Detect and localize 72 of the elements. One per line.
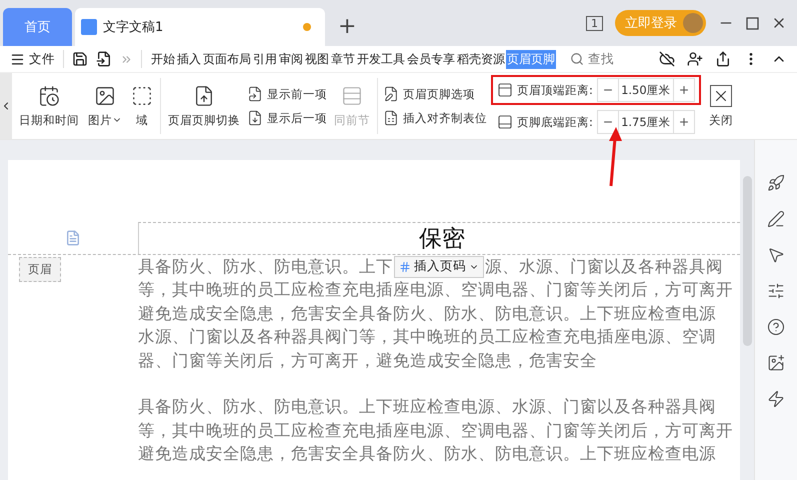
- annotation-arrow: [609, 127, 622, 186]
- hash-icon: [399, 260, 411, 273]
- ribbon-button[interactable]: 页眉页脚选项: [383, 86, 487, 102]
- document-icon: [383, 86, 399, 102]
- plus-icon: [678, 84, 690, 96]
- document-tab[interactable]: 文字文稿1: [75, 8, 325, 46]
- ribbon-tab[interactable]: 引用: [252, 50, 278, 68]
- search-icon: [570, 52, 584, 66]
- share-icon[interactable]: [715, 51, 731, 67]
- menu-icon: [10, 52, 25, 66]
- header-label: 页眉: [19, 257, 61, 282]
- page-arrow-icon: [247, 110, 263, 126]
- ribbon-tab[interactable]: 视图: [304, 50, 330, 68]
- rocket-icon[interactable]: [767, 174, 785, 192]
- ribbon-button[interactable]: 插入对齐制表位: [383, 110, 487, 126]
- image-icon[interactable]: [767, 354, 785, 372]
- field-icon: [131, 84, 153, 106]
- document-logo-icon: [81, 19, 97, 35]
- cursor-icon[interactable]: [767, 246, 785, 264]
- body-text: 具备防火、防水、防电意识。上下: [138, 256, 393, 278]
- ribbon-button[interactable]: 页眉页脚切换: [166, 84, 242, 128]
- ribbon-tab[interactable]: 审阅: [278, 50, 304, 68]
- calendar-icon: [38, 84, 60, 106]
- settings-icon[interactable]: [767, 282, 785, 300]
- page-counter[interactable]: 1: [586, 16, 603, 30]
- ribbon-button[interactable]: 日期和时间: [17, 84, 81, 128]
- close-header-button[interactable]: 关闭: [708, 84, 733, 128]
- switch-icon: [193, 84, 215, 106]
- body-text: 等，其中晚班的员工应检查充电插座电源、空调电器、门窗等关闭后，方可离开: [138, 420, 733, 442]
- spinner-label: 页脚底端距离:: [517, 114, 593, 130]
- plus-icon: [678, 116, 690, 128]
- spinner-label: 页眉顶端距离:: [517, 82, 593, 98]
- rows-icon: [341, 84, 363, 106]
- page-margin-icon: [497, 114, 513, 130]
- ribbon-tab[interactable]: 会员专享: [406, 50, 456, 68]
- ribbon-button[interactable]: 显示后一项: [247, 110, 327, 126]
- ribbon-tab[interactable]: 页面布局: [202, 50, 252, 68]
- page-arrow-icon: [247, 86, 263, 102]
- ribbon-button[interactable]: 域: [129, 84, 155, 128]
- ribbon-tab[interactable]: 开始: [150, 50, 176, 68]
- maximize-icon[interactable]: [746, 16, 759, 30]
- page-margin-icon: [497, 82, 513, 98]
- body-text: 避免造成安全隐患，危害安全具备防火、防水、防电意识。上下班应检查电源: [138, 443, 717, 466]
- body-text: 避免造成安全隐患，危害安全具备防火、防水、防电意识。上下班应检查电源: [138, 302, 717, 325]
- body-text: 水源、门窗以及各种器具阀门等，其中晚班的员工应检查充电插座电源、空调: [138, 326, 717, 348]
- ribbon-tab[interactable]: 章节: [330, 50, 356, 68]
- body-text: 源、水源、门窗以及各种器具阀: [485, 256, 723, 278]
- ribbon-button[interactable]: 显示前一项: [247, 86, 327, 102]
- header-text[interactable]: 保密: [138, 222, 740, 254]
- body-text: 具备防火、防水、防电意识。上下班应检查电源、水源、门窗以及各种器具阀: [138, 396, 717, 418]
- body-text: 等，其中晚班的员工应检查充电插座电源、空调电器、门窗等关闭后，方可离开: [138, 279, 733, 302]
- export-icon[interactable]: [96, 51, 112, 67]
- document-icon: [383, 110, 399, 126]
- search-button[interactable]: 查找: [570, 50, 614, 68]
- picture-icon: [94, 84, 116, 106]
- help-icon[interactable]: [767, 318, 785, 336]
- ribbon-button[interactable]: 图片: [86, 84, 124, 128]
- ribbon-tab[interactable]: 插入: [176, 50, 202, 68]
- file-menu[interactable]: 文件: [10, 50, 55, 68]
- cloud-icon[interactable]: [659, 51, 675, 67]
- pen-icon[interactable]: [767, 210, 785, 228]
- lightning-icon[interactable]: [767, 390, 785, 408]
- body-text: 器、门窗等关闭后，方可离开，避免造成安全隐患，危害安全: [138, 350, 598, 372]
- ribbon-tab[interactable]: 稻壳资源: [456, 50, 506, 68]
- ribbon-tab[interactable]: 开发工具: [356, 50, 406, 68]
- distance-spinner[interactable]: 1.50厘米: [596, 78, 695, 102]
- new-tab-button[interactable]: +: [338, 14, 356, 38]
- avatar-icon: [683, 13, 703, 33]
- distance-spinner[interactable]: 1.75厘米: [596, 110, 695, 134]
- insert-page-number-button[interactable]: 插入页码: [394, 256, 484, 278]
- add-user-icon[interactable]: [687, 51, 703, 67]
- save-icon[interactable]: [72, 51, 88, 67]
